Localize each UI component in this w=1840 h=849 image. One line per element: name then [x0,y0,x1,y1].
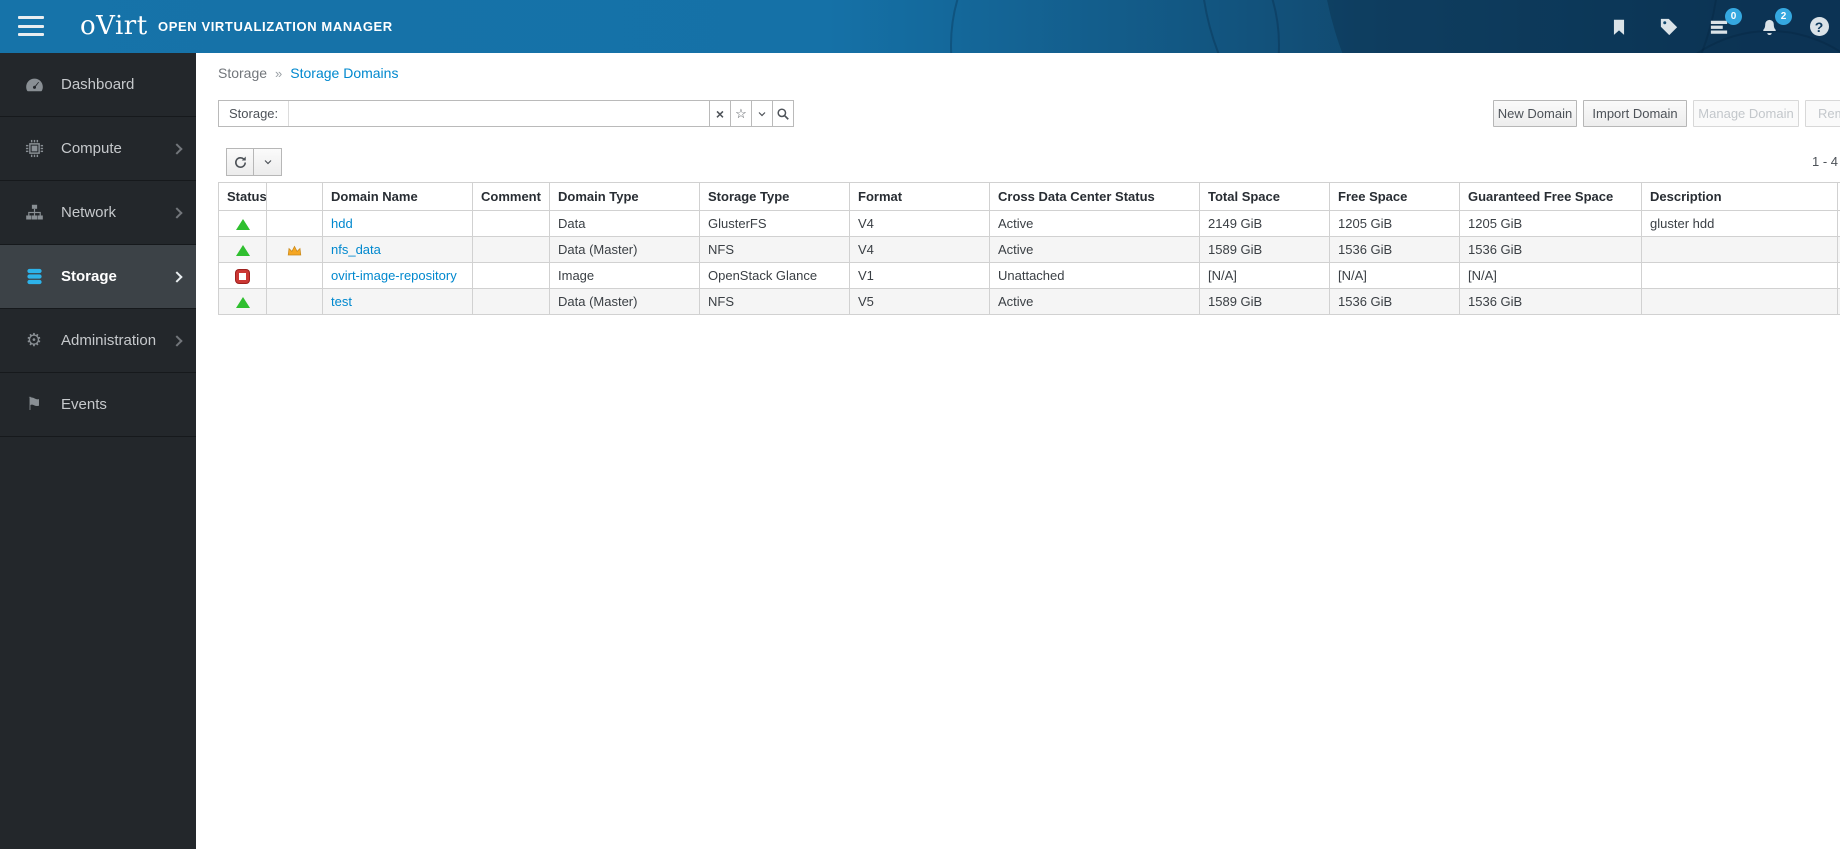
main-content: Storage » Storage Domains Storage: × ☆ N… [196,53,1840,849]
alerts-badge: 2 [1775,7,1792,25]
breadcrumb-current-link[interactable]: Storage Domains [290,65,398,81]
manage-domain-button: Manage Domain [1693,100,1799,127]
sidebar-item-label: Events [61,396,107,413]
col-format[interactable]: Format [849,182,990,211]
status-up-icon [235,219,250,231]
search-box: Storage: [218,100,710,127]
status-unattached-icon [236,270,249,284]
search-clear-button[interactable]: × [710,100,731,127]
table-row[interactable]: test Data (Master) NFS V5 Active 1589 Gi… [218,288,1840,315]
col-domain-name[interactable]: Domain Name [322,182,473,211]
col-description[interactable]: Description [1641,182,1838,211]
search-submit-button[interactable] [773,100,794,127]
col-status[interactable]: Status [218,182,267,211]
table-row[interactable]: hdd Data GlusterFS V4 Active 2149 GiB 12… [218,210,1840,237]
col-master-icon[interactable] [266,182,323,211]
search-input[interactable] [289,101,709,126]
tags-icon[interactable] [1658,16,1680,38]
search-icon [777,107,789,120]
refresh-button-group [226,148,282,176]
master-crown-icon [287,245,302,256]
chip-icon [24,139,44,159]
import-domain-button[interactable]: Import Domain [1583,100,1687,127]
domain-link[interactable]: ovirt-image-repository [331,268,457,283]
col-total-space[interactable]: Total Space [1199,182,1330,211]
table-row[interactable]: ovirt-image-repository Image OpenStack G… [218,262,1840,289]
flag-icon: ⚑ [25,394,43,414]
chevron-right-icon [171,334,183,347]
chevron-down-icon [264,160,271,165]
star-icon: ☆ [735,105,747,121]
database-icon [24,267,44,287]
masthead-icon-bar: 0 2 ? [1608,0,1836,53]
remove-domain-button: Remove [1805,100,1840,127]
domain-link[interactable]: nfs_data [331,242,381,257]
sidebar-item-dashboard[interactable]: Dashboard [0,53,196,117]
col-storage-type[interactable]: Storage Type [699,182,850,211]
menu-toggle-button[interactable] [18,14,46,38]
gauge-icon [24,75,44,95]
new-domain-button[interactable]: New Domain [1493,100,1577,127]
ovirt-logo[interactable]: oVirt [80,9,148,43]
tasks-badge: 0 [1725,7,1742,25]
table-header-row: Status Domain Name Comment Domain Type S… [218,182,1840,211]
clear-icon: × [715,105,725,122]
breadcrumb-separator: » [275,65,283,81]
chevron-right-icon [171,270,183,283]
refresh-dropdown-button[interactable] [254,148,282,176]
col-comment[interactable]: Comment [472,182,550,211]
breadcrumb: Storage » Storage Domains [218,65,398,81]
sidebar-item-label: Storage [61,268,117,285]
bell-icon[interactable]: 2 [1758,7,1792,38]
col-domain-type[interactable]: Domain Type [549,182,700,211]
bookmark-icon[interactable] [1608,16,1630,38]
help-icon[interactable]: ? [1808,16,1830,38]
chevron-right-icon [171,142,183,155]
sidebar-item-administration[interactable]: ⚙ Administration [0,309,196,373]
sidebar-item-events[interactable]: ⚑ Events [0,373,196,437]
col-guaranteed-free-space[interactable]: Guaranteed Free Space [1459,182,1642,211]
status-up-icon [235,297,250,309]
storage-domains-table: Status Domain Name Comment Domain Type S… [218,182,1840,315]
search-scope-label: Storage: [219,101,290,126]
sidebar-item-storage[interactable]: Storage [0,245,196,309]
gear-icon: ⚙ [25,330,43,350]
pagination-counter: 1 - 4 [1812,154,1839,169]
network-icon [24,203,44,223]
search-bar: Storage: × ☆ [218,100,794,127]
status-up-icon [235,245,250,257]
search-favorite-button[interactable]: ☆ [731,100,752,127]
domain-link[interactable]: test [331,294,352,309]
tasks-icon[interactable]: 0 [1708,7,1742,38]
chevron-down-icon [758,111,766,116]
sidebar-item-label: Network [61,204,117,221]
sidebar-nav: Dashboard Compute Network Storage ⚙ Admi… [0,53,196,849]
breadcrumb-storage-link[interactable]: Storage [218,65,267,81]
sidebar-item-compute[interactable]: Compute [0,117,196,181]
col-free-space[interactable]: Free Space [1329,182,1460,211]
masthead: oVirt OPEN VIRTUALIZATION MANAGER 0 2 ? [0,0,1840,53]
sidebar-item-label: Dashboard [61,76,135,93]
sidebar-item-label: Administration [61,332,157,349]
sidebar-item-network[interactable]: Network [0,181,196,245]
table-row[interactable]: nfs_data Data (Master) NFS V4 Active 158… [218,236,1840,263]
refresh-button[interactable] [226,148,254,176]
chevron-right-icon [171,206,183,219]
product-title: OPEN VIRTUALIZATION MANAGER [158,19,393,34]
col-cross-dc-status[interactable]: Cross Data Center Status [989,182,1200,211]
domain-link[interactable]: hdd [331,216,353,231]
sidebar-item-label: Compute [61,140,122,157]
search-dropdown-button[interactable] [752,100,773,127]
refresh-icon [234,156,246,168]
